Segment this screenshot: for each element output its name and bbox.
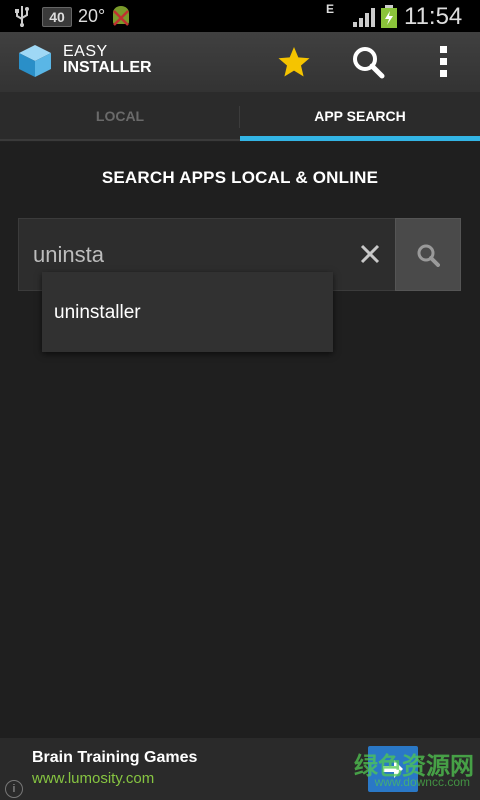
search-input-value: uninsta bbox=[33, 242, 104, 267]
clock: 11:54 bbox=[404, 3, 463, 30]
battery-charging-icon bbox=[381, 5, 397, 28]
ad-banner[interactable]: i Brain Training Games www.lumosity.com … bbox=[0, 738, 480, 800]
star-icon bbox=[278, 47, 310, 77]
notification-badge: 40 bbox=[42, 7, 72, 27]
search-button[interactable] bbox=[350, 44, 386, 80]
status-bar: 40 20° E 11:54 bbox=[0, 0, 480, 32]
app-logo-icon bbox=[19, 45, 51, 77]
app-title-line2: INSTALLER bbox=[63, 59, 152, 76]
favorites-button[interactable] bbox=[276, 44, 312, 80]
tab-app-search[interactable]: APP SEARCH bbox=[240, 92, 480, 141]
usb-icon bbox=[15, 6, 29, 27]
search-icon bbox=[353, 47, 385, 79]
tab-app-search-indicator bbox=[240, 136, 480, 141]
app-title: EASY INSTALLER bbox=[63, 44, 152, 76]
tab-local[interactable]: LOCAL bbox=[0, 92, 240, 141]
tab-bar: LOCAL APP SEARCH bbox=[0, 92, 480, 142]
tab-app-search-label: APP SEARCH bbox=[314, 108, 406, 124]
network-type: E bbox=[326, 2, 335, 16]
suggestion-item[interactable]: uninstaller bbox=[54, 302, 141, 324]
tab-local-indicator bbox=[0, 139, 240, 141]
clear-icon[interactable] bbox=[359, 243, 381, 265]
search-submit-button[interactable] bbox=[395, 218, 461, 291]
search-submit-icon bbox=[417, 244, 440, 267]
ad-url[interactable]: www.lumosity.com bbox=[32, 770, 154, 787]
page-heading: SEARCH APPS LOCAL & ONLINE bbox=[101, 168, 379, 187]
app-title-line1: EASY bbox=[63, 43, 108, 60]
android-debug-icon bbox=[113, 6, 129, 26]
overflow-menu-icon bbox=[440, 46, 447, 77]
watermark-url: www.downcc.com bbox=[374, 775, 470, 789]
tab-local-label: LOCAL bbox=[95, 108, 145, 124]
ad-info-icon[interactable]: i bbox=[5, 780, 23, 798]
overflow-menu-button[interactable] bbox=[426, 44, 462, 80]
autocomplete-dropdown: uninstaller bbox=[42, 272, 333, 352]
ad-title[interactable]: Brain Training Games bbox=[32, 749, 197, 767]
temperature-readout: 20° bbox=[78, 6, 106, 26]
action-bar: EASY INSTALLER bbox=[0, 32, 480, 92]
signal-icon bbox=[353, 8, 375, 27]
